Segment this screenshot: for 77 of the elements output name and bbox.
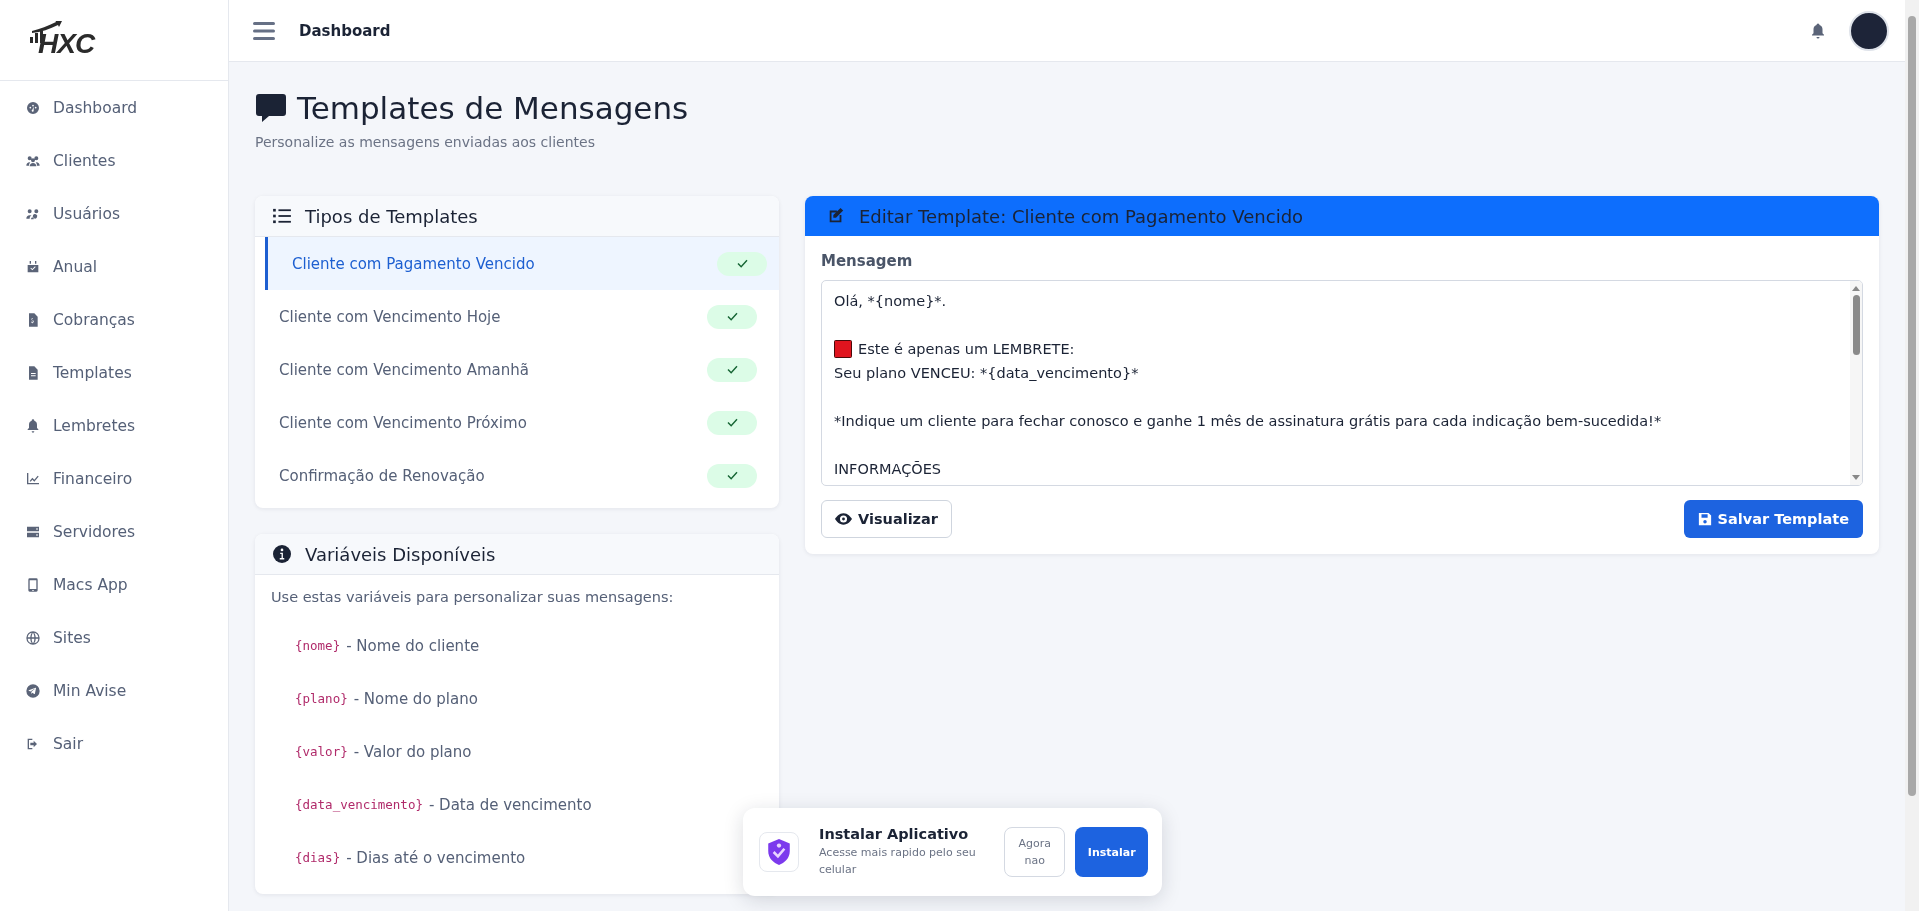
nav-icon: [25, 258, 41, 275]
nav-icon: [25, 576, 41, 593]
template-type-item[interactable]: Cliente com Vencimento Amanhã: [255, 343, 779, 396]
shield-app-icon: [759, 832, 799, 872]
scroll-thumb[interactable]: [1908, 16, 1916, 796]
sidebar-item[interactable]: Dashboard: [0, 81, 228, 134]
page-subtitle: Personalize as mensagens enviadas aos clientes: [255, 134, 596, 150]
variable-description: - Nome do plano: [353, 689, 478, 708]
notifications-bell-icon[interactable]: [1809, 21, 1827, 40]
scrollbar[interactable]: [1850, 281, 1862, 485]
nav-icon: [25, 417, 41, 434]
variables-intro: Use estas variáveis para personalizar suas mensagens:: [271, 589, 675, 605]
variable-code: {nome}: [295, 638, 341, 653]
check-icon: [726, 312, 738, 321]
sidebar-item[interactable]: Sair: [0, 717, 228, 770]
check-icon: [726, 365, 738, 374]
nav-icon: [25, 99, 41, 116]
scroll-up-arrow-icon[interactable]: [1852, 285, 1860, 291]
sidebar-item[interactable]: Financeiro: [0, 452, 228, 505]
info-icon: [273, 545, 291, 563]
speech-bubble-icon: [255, 92, 287, 124]
install-title: Instalar Aplicativo: [819, 826, 970, 842]
message-textarea[interactable]: [821, 280, 1863, 486]
scrollbar[interactable]: [1905, 0, 1919, 911]
card-title: Variáveis Disponíveis: [305, 543, 496, 565]
brand-logo[interactable]: HXC: [38, 20, 95, 60]
sidebar-item[interactable]: Clientes: [0, 134, 228, 187]
message-line: Seu plano VENCEU: *{data_vencimento}*: [834, 364, 1139, 383]
install-description: Acesse mais rapido pelo seu celular: [819, 845, 977, 878]
sidebar-item[interactable]: Anual: [0, 240, 228, 293]
eye-icon: [835, 513, 852, 525]
variable-code: {valor}: [295, 744, 348, 759]
scroll-thumb[interactable]: [1852, 295, 1860, 355]
sidebar-item[interactable]: Min Avise: [0, 664, 228, 717]
edit-icon: [827, 207, 845, 225]
sidebar-item[interactable]: Macs App: [0, 558, 228, 611]
card-title: Tipos de Templates: [305, 205, 478, 227]
variable-description: - Data de vencimento: [428, 795, 592, 814]
message-line: Olá, *{nome}*.: [834, 292, 947, 311]
nav-icon: [25, 629, 41, 646]
sidebar-item[interactable]: Sites: [0, 611, 228, 664]
check-icon: [736, 259, 748, 268]
square-emoji-icon: [834, 340, 852, 358]
nav-icon: [25, 470, 41, 487]
install-button[interactable]: Instalar: [1075, 827, 1148, 877]
template-type-item[interactable]: Confirmação de Renovação: [255, 449, 779, 502]
menu-icon[interactable]: [253, 21, 275, 40]
user-avatar[interactable]: [1849, 10, 1889, 51]
check-icon: [726, 418, 738, 427]
sidebar-item[interactable]: Lembretes: [0, 399, 228, 452]
sidebar-item[interactable]: Cobranças: [0, 293, 228, 346]
check-icon: [726, 471, 738, 480]
nav-icon: [25, 682, 41, 699]
editor-title: Editar Template: Cliente com Pagamento Vencido: [859, 205, 1304, 227]
message-line: INFORMAÇÕES: [834, 460, 942, 479]
template-type-item[interactable]: Cliente com Vencimento Próximo: [255, 396, 779, 449]
variable-description: - Dias até o vencimento: [346, 848, 526, 867]
page-breadcrumb: Dashboard: [299, 21, 391, 40]
variable-code: {plano}: [295, 691, 348, 706]
save-button[interactable]: Salvar Template: [1683, 500, 1863, 538]
sidebar-item[interactable]: Usuários: [0, 187, 228, 240]
scroll-down-arrow-icon[interactable]: [1852, 475, 1860, 481]
template-type-item[interactable]: Cliente com Vencimento Hoje: [255, 290, 779, 343]
message-line: *Indique um cliente para fechar conosco e ganhe 1 mês de assinatura grátis para cada indicação bem-sucedida!*: [834, 412, 1662, 431]
sidebar-item[interactable]: Templates: [0, 346, 228, 399]
preview-button[interactable]: Visualizar: [821, 500, 952, 538]
field-label: Mensagem: [821, 252, 914, 270]
template-type-item[interactable]: Cliente com Pagamento Vencido: [265, 237, 779, 290]
variable-code: {data_vencimento}: [295, 797, 423, 812]
list-icon: [273, 208, 291, 224]
sidebar-item[interactable]: Servidores: [0, 505, 228, 558]
variable-description: - Valor do plano: [353, 742, 472, 761]
message-line: Este é apenas um LEMBRETE:: [858, 340, 1075, 359]
dismiss-button[interactable]: Agora nao: [1004, 827, 1066, 877]
variable-description: - Nome do cliente: [346, 636, 480, 655]
variable-code: {dias}: [295, 850, 341, 865]
page-title: Templates de Mensagens: [297, 90, 689, 126]
